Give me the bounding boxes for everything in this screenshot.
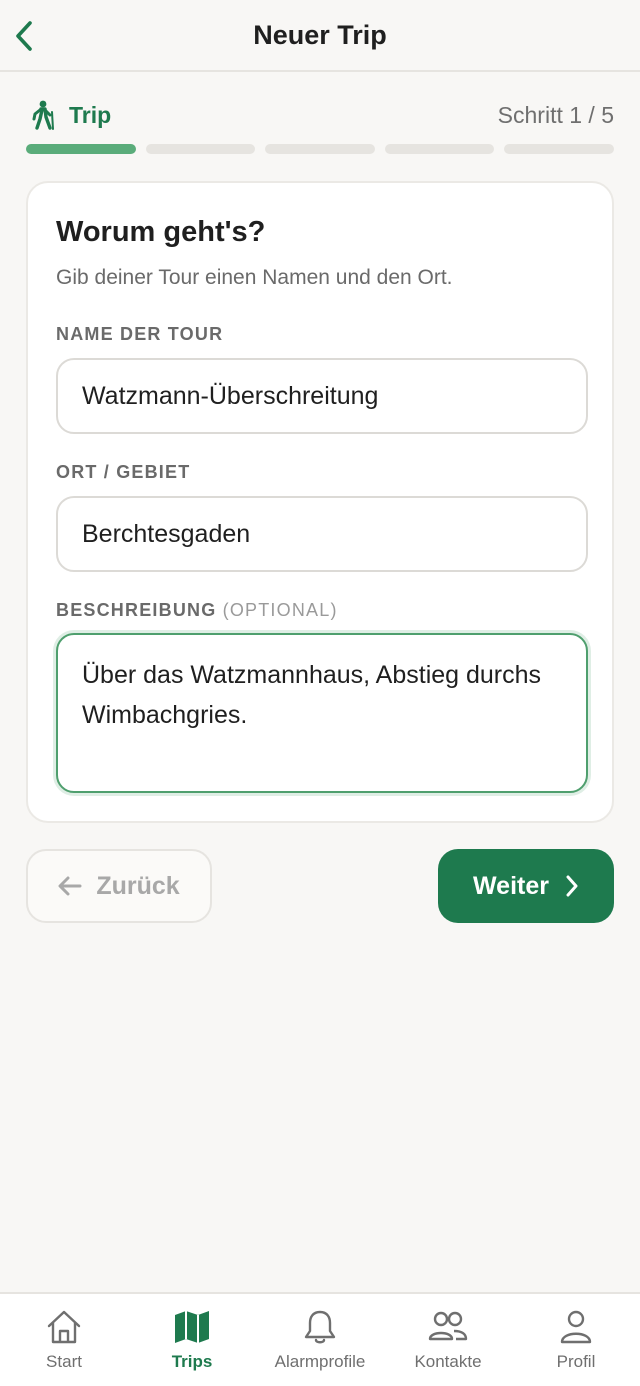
tab-profil[interactable]: Profil [512,1302,640,1380]
contacts-icon [428,1311,468,1341]
description-value: Über das Watzmannhaus, Abstieg durchs Wi… [82,661,542,729]
step-counter: Schritt 1 / 5 [497,102,614,128]
tab-kontakte[interactable]: Kontakte [384,1302,512,1380]
person-icon [560,1310,592,1344]
app-header: Neuer Trip [0,0,640,72]
stepper-header: Trip Schritt 1 / 5 [26,98,614,134]
form-title: Worum geht's? [56,216,266,248]
tour-name-value: Watzmann-Überschreitung [82,381,379,410]
tab-kontakte-label: Kontakte [414,1352,482,1371]
back-button-label: Zurück [96,871,180,900]
tab-alarmprofile[interactable]: Alarmprofile [256,1302,384,1380]
tab-profil-label: Profil [556,1352,596,1371]
progress-segment-1 [26,144,136,154]
tab-trips-label: Trips [171,1352,213,1371]
trip-form-card: Worum geht's? Gib deiner Tour einen Name… [26,181,614,823]
location-input[interactable]: Berchtesgaden [56,496,588,572]
progress-segment-3 [265,144,375,154]
location-label: ORT / GEBIET [56,462,191,482]
bottom-tab-bar: Start Trips Alarmprofile Kontakte Profil [0,1292,640,1386]
progress-segment-4 [384,144,495,154]
arrow-left-icon [58,876,82,896]
progress-segment-2 [145,144,256,154]
description-textarea[interactable]: Über das Watzmannhaus, Abstieg durchs Wi… [56,633,588,793]
next-button[interactable]: Weiter [438,849,614,923]
back-button[interactable]: Zurück [26,849,212,923]
location-value: Berchtesgaden [82,519,251,548]
tab-alarmprofile-label: Alarmprofile [274,1352,366,1371]
description-label-row: BESCHREIBUNG (OPTIONAL) [56,600,338,621]
step-label: Trip [69,102,112,128]
tab-start-label: Start [46,1352,82,1371]
tab-trips[interactable]: Trips [128,1302,256,1380]
next-button-label: Weiter [473,871,549,900]
progress-segment-5 [504,144,614,154]
home-icon [47,1310,81,1344]
tour-name-label: NAME DER TOUR [56,324,224,344]
form-subtitle: Gib deiner Tour einen Namen und den Ort. [56,266,453,289]
description-label: BESCHREIBUNG [56,600,217,620]
tab-start[interactable]: Start [0,1302,128,1380]
tour-name-input[interactable]: Watzmann-Überschreitung [56,358,588,434]
chevron-right-icon [566,875,578,897]
map-icon [175,1311,209,1343]
page-title: Neuer Trip [253,20,387,50]
bell-icon [304,1310,336,1344]
hiker-icon [32,100,54,130]
optional-hint: (OPTIONAL) [222,600,338,620]
step-progress-bar [26,144,614,154]
